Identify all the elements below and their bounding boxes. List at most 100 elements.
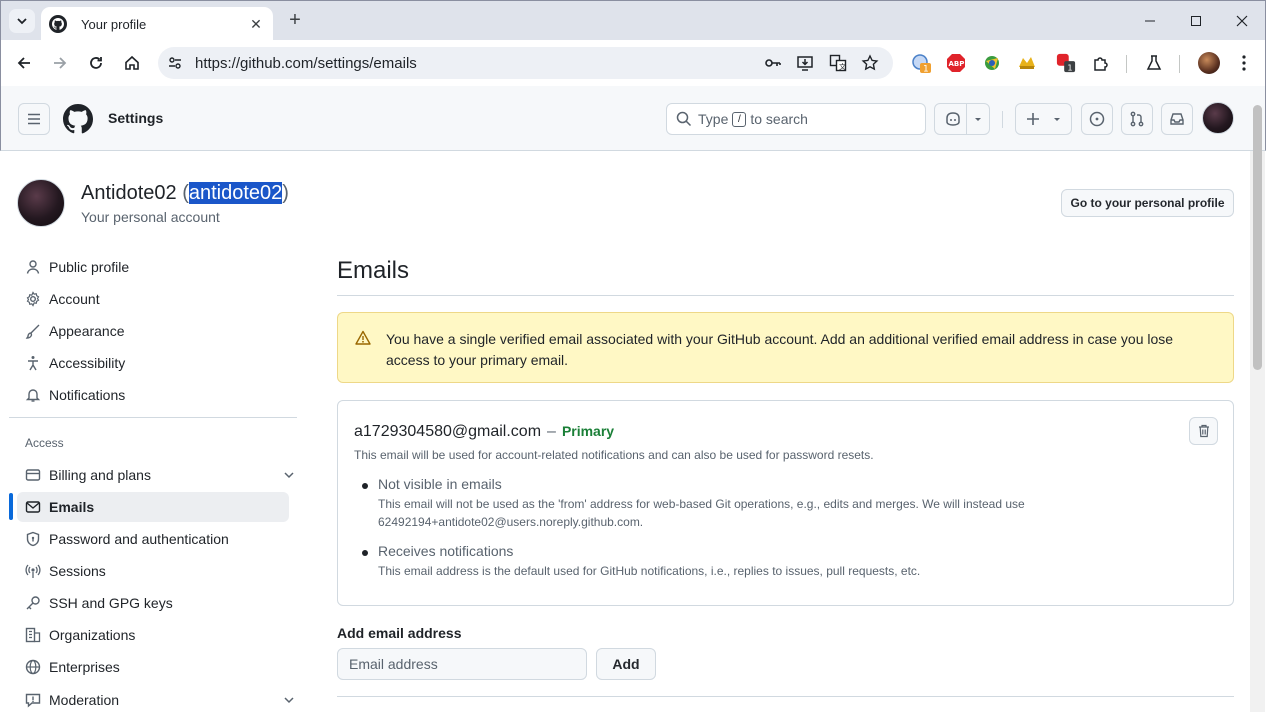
sidebar-item-password[interactable]: Password and authentication [17, 524, 289, 554]
maximize-icon [1191, 16, 1201, 26]
sidebar-item-emails[interactable]: Emails [17, 492, 289, 522]
bullet-body-not-visible: This email will not be used as the 'from… [378, 497, 1025, 529]
browser-toolbar: https://github.com/settings/emails 文 1 A… [0, 40, 1266, 86]
maximize-button[interactable] [1173, 1, 1219, 41]
sidebar-item-organizations[interactable]: Organizations [17, 620, 289, 650]
install-app-icon[interactable] [795, 53, 815, 73]
extension-1-icon[interactable]: 1 [911, 53, 931, 73]
tab-title: Your profile [81, 16, 147, 32]
inbox-button[interactable] [1161, 103, 1193, 135]
sidebar-item-sessions[interactable]: Sessions [17, 556, 289, 586]
sidebar-item-moderation[interactable]: Moderation [17, 685, 294, 713]
tab-close-icon[interactable]: ✕ [247, 16, 265, 33]
section-divider [337, 696, 1234, 697]
email-entry: a1729304580@gmail.com – Primary This email… [337, 400, 1234, 606]
sidebar-item-enterprises[interactable]: Enterprises [17, 652, 289, 682]
translate-icon[interactable]: 文 [828, 53, 848, 73]
chevron-down-icon[interactable] [283, 694, 295, 706]
toolbar-divider-2 [1179, 55, 1180, 73]
bookmark-star-icon[interactable] [860, 53, 880, 73]
broadcast-icon [25, 563, 41, 579]
email-address-row: a1729304580@gmail.com – Primary [354, 423, 614, 441]
page-scrollbar-thumb[interactable] [1253, 105, 1262, 370]
header-title[interactable]: Settings [108, 110, 163, 126]
sidebar-divider [9, 417, 297, 418]
global-nav-menu-button[interactable] [18, 103, 50, 135]
adblock-icon[interactable]: ABP [946, 53, 966, 73]
pull-requests-button[interactable] [1121, 103, 1153, 135]
sidebar-item-appearance[interactable]: Appearance [17, 316, 289, 346]
sidebar-item-label: Accessibility [49, 355, 126, 371]
sidebar-item-notifications[interactable]: Notifications [17, 380, 289, 410]
home-button[interactable] [119, 50, 145, 76]
accessibility-icon [25, 355, 41, 371]
account-avatar[interactable] [17, 179, 65, 227]
sidebar-item-accessibility[interactable]: Accessibility [17, 348, 289, 378]
sidebar-item-account[interactable]: Account [17, 284, 289, 314]
bullet-dot [362, 483, 368, 489]
sidebar-item-billing[interactable]: Billing and plans [17, 460, 294, 490]
caret-down-icon [1054, 118, 1060, 121]
plus-icon [1027, 113, 1039, 125]
account-display-name: Antidote02 [81, 182, 177, 204]
create-new-button[interactable] [1015, 103, 1072, 135]
github-logo-icon[interactable] [63, 104, 94, 139]
svg-text:文: 文 [839, 62, 846, 71]
account-handle[interactable]: antidote02 [188, 182, 283, 204]
copilot-button[interactable] [934, 103, 990, 135]
sidebar-item-label: Sessions [49, 563, 106, 579]
sidebar-item-public-profile[interactable]: Public profile [17, 252, 289, 282]
chrome-profile-avatar[interactable] [1198, 52, 1220, 74]
paintbrush-icon [25, 323, 41, 339]
back-button[interactable] [11, 50, 37, 76]
sidebar-item-label: Appearance [49, 323, 125, 339]
extension-fox-icon[interactable] [1017, 53, 1037, 73]
issues-button[interactable] [1081, 103, 1113, 135]
address-bar[interactable]: https://github.com/settings/emails 文 [158, 47, 893, 79]
hamburger-icon [28, 113, 40, 125]
reload-button[interactable] [83, 50, 109, 76]
site-info-icon[interactable] [165, 53, 185, 73]
person-icon [25, 259, 41, 275]
sidebar-item-label: Emails [49, 499, 95, 515]
go-to-profile-button[interactable]: Go to your personal profile [1061, 189, 1234, 217]
email-address-input[interactable] [337, 648, 587, 680]
chrome-menu-icon[interactable] [1234, 53, 1254, 73]
caret-down-icon [975, 118, 981, 121]
globe-icon [25, 659, 41, 675]
trash-icon [1198, 424, 1209, 438]
browser-tab[interactable]: Your profile ✕ [41, 7, 273, 41]
new-tab-button[interactable]: + [284, 10, 306, 32]
delete-email-button[interactable] [1189, 417, 1218, 445]
bell-icon [25, 387, 41, 403]
abp-label: ABP [949, 60, 965, 68]
tab-search-button[interactable] [9, 9, 35, 33]
report-icon [25, 692, 41, 708]
search-input[interactable]: Type / to search [666, 103, 926, 135]
extensions-puzzle-icon[interactable] [1091, 53, 1111, 73]
arrow-right-icon [54, 57, 67, 69]
close-window-button[interactable] [1219, 1, 1265, 41]
issue-opened-icon [1089, 111, 1105, 127]
labs-flask-icon[interactable] [1144, 53, 1164, 73]
warning-flash-banner: You have a single verified email associa… [337, 312, 1234, 383]
password-key-icon[interactable] [763, 53, 783, 73]
github-favicon-icon [49, 15, 67, 33]
sidebar-item-label: Billing and plans [49, 467, 151, 483]
sidebar-item-ssh-keys[interactable]: SSH and GPG keys [17, 588, 289, 618]
user-avatar[interactable] [1202, 102, 1234, 134]
forward-button[interactable] [47, 50, 73, 76]
minimize-button[interactable] [1127, 1, 1173, 41]
credit-card-icon [25, 467, 41, 483]
chevron-down-icon[interactable] [283, 469, 295, 481]
extension-record-icon[interactable]: 1 [1056, 53, 1076, 73]
close-icon [1236, 15, 1248, 27]
sidebar-item-label: Notifications [49, 387, 126, 403]
add-email-button[interactable]: Add [596, 648, 656, 680]
sidebar-item-label: Enterprises [49, 659, 120, 675]
email-address: a1729304580@gmail.com [354, 423, 542, 440]
extension-globe-icon[interactable] [982, 53, 1002, 73]
alert-icon [355, 330, 371, 345]
minimize-icon [1145, 20, 1155, 22]
gear-icon [25, 291, 41, 307]
